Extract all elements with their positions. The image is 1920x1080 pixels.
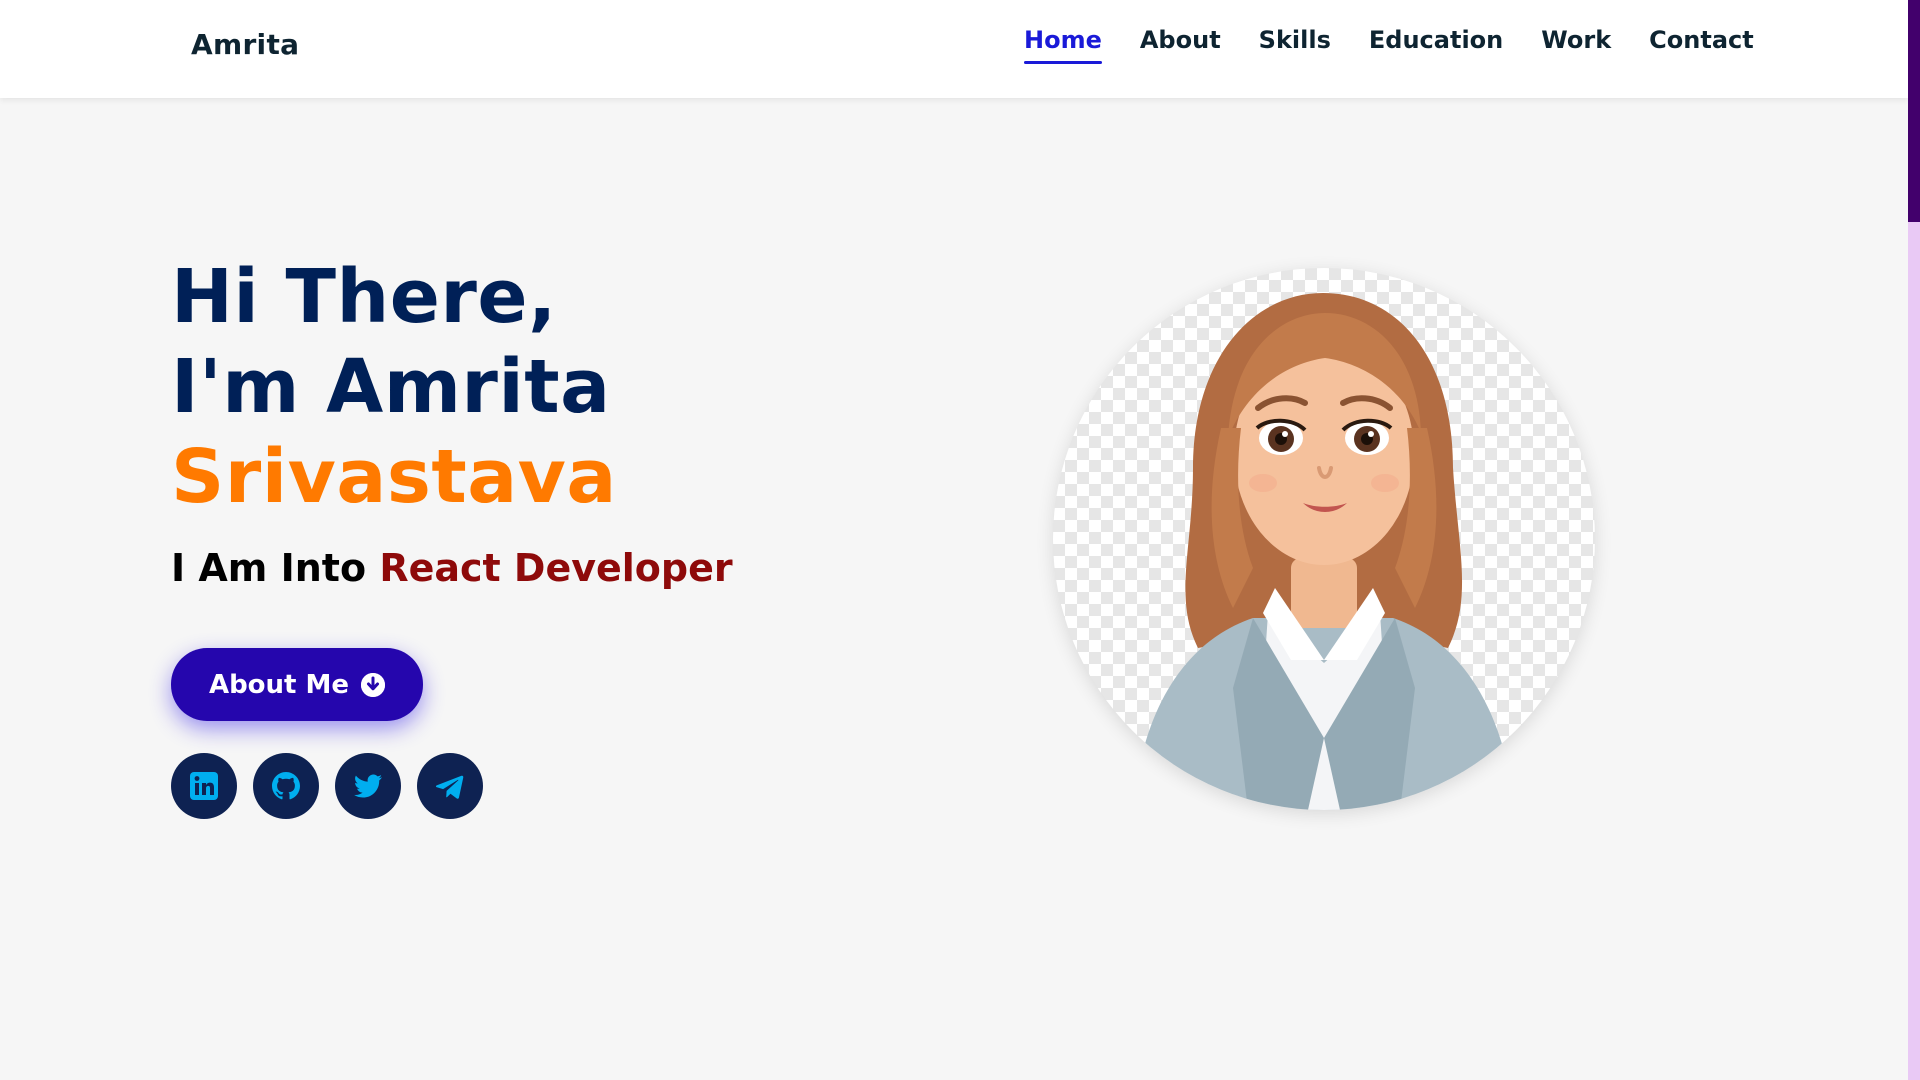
twitter-button[interactable] bbox=[335, 753, 401, 819]
scrollbar-thumb[interactable] bbox=[1908, 0, 1920, 222]
nav-item-work[interactable]: Work bbox=[1541, 26, 1611, 64]
nav-item-home[interactable]: Home bbox=[1024, 26, 1102, 64]
navbar: Amrita Home About Skills Education Work … bbox=[0, 0, 1908, 98]
linkedin-button[interactable] bbox=[171, 753, 237, 819]
page-scrollbar[interactable] bbox=[1908, 0, 1920, 1080]
nav-item-contact[interactable]: Contact bbox=[1649, 26, 1754, 64]
nav-item-education[interactable]: Education bbox=[1369, 26, 1503, 64]
nav-menu: Home About Skills Education Work Contact bbox=[1024, 26, 1754, 64]
avatar-illustration bbox=[1133, 293, 1515, 810]
hero-surname: Srivastava bbox=[171, 434, 617, 520]
hero-greeting: Hi There, bbox=[171, 254, 557, 340]
social-links bbox=[171, 753, 483, 819]
tagline-prefix: I Am Into bbox=[171, 546, 367, 590]
telegram-button[interactable] bbox=[417, 753, 483, 819]
github-button[interactable] bbox=[253, 753, 319, 819]
hero-intro: I'm Amrita bbox=[171, 344, 611, 430]
about-me-button[interactable]: About Me bbox=[171, 648, 423, 721]
hero-heading: Hi There, I'm Amrita Srivastava bbox=[171, 252, 733, 522]
site-logo[interactable]: Amrita bbox=[191, 28, 299, 61]
arrow-circle-down-icon bbox=[361, 672, 386, 697]
github-icon bbox=[272, 772, 300, 800]
nav-item-about[interactable]: About bbox=[1140, 26, 1221, 64]
about-me-label: About Me bbox=[208, 669, 350, 700]
hero-section: Hi There, I'm Amrita Srivastava I Am Int… bbox=[171, 252, 733, 819]
telegram-icon bbox=[435, 775, 464, 799]
hero-tagline: I Am Into React Developer bbox=[171, 546, 733, 590]
nav-item-skills[interactable]: Skills bbox=[1259, 26, 1331, 64]
avatar bbox=[1053, 268, 1595, 810]
tagline-role: React Developer bbox=[379, 546, 733, 590]
linkedin-icon bbox=[190, 772, 218, 800]
twitter-icon bbox=[354, 774, 382, 798]
